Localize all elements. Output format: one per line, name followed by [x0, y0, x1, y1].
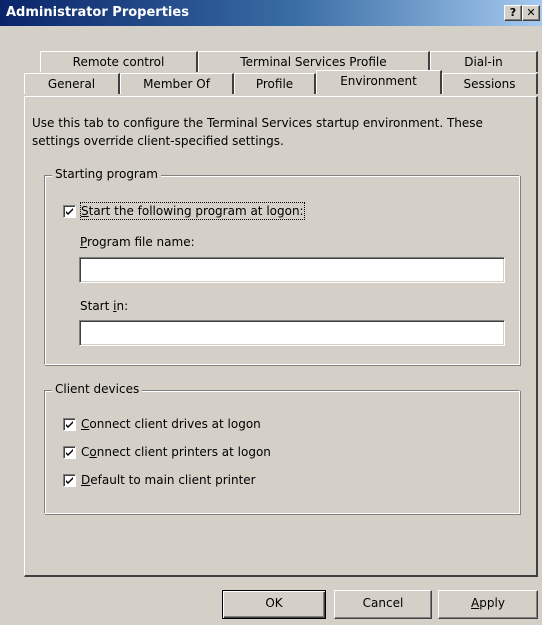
cancel-button[interactable]: Cancel	[334, 590, 432, 619]
client-devices-legend: Client devices	[52, 381, 143, 397]
start-in-field[interactable]	[79, 320, 505, 346]
button-label: Apply	[471, 596, 505, 610]
tab-terminal-services-profile[interactable]: Terminal Services Profile	[198, 51, 430, 72]
tab-dial-in[interactable]: Dial-in	[430, 51, 538, 72]
label-part: pply	[479, 596, 505, 610]
label-part: onnect client drives at logon	[89, 417, 261, 431]
label-part: rogram file name:	[87, 235, 195, 249]
label-part: Start	[80, 299, 114, 313]
tab-remote-control[interactable]: Remote control	[40, 51, 198, 72]
button-label: OK	[265, 596, 283, 610]
connect-drives-label[interactable]: Connect client drives at logon	[81, 416, 261, 432]
label-part: tart the following program at logon:	[88, 204, 304, 218]
title-bar[interactable]: Administrator Properties ? ✕	[0, 0, 542, 26]
label-part: efault to main client printer	[90, 473, 256, 487]
start-in-label: Start in:	[80, 298, 128, 314]
checkmark-icon	[66, 477, 73, 484]
tab-label: Environment	[340, 74, 417, 88]
label-part: nnect client printers at logon	[96, 445, 271, 459]
tab-general[interactable]: General	[24, 73, 120, 94]
tab-sessions[interactable]: Sessions	[442, 73, 538, 94]
ok-button[interactable]: OK	[222, 590, 326, 619]
connect-printers-label[interactable]: Connect client printers at logon	[81, 444, 271, 460]
apply-button[interactable]: Apply	[438, 590, 538, 619]
button-label: Cancel	[362, 596, 404, 610]
start-program-checkbox[interactable]	[63, 205, 76, 218]
label-part: n:	[116, 299, 129, 313]
help-icon[interactable]: ?	[504, 5, 522, 21]
connect-drives-checkbox[interactable]	[63, 418, 76, 431]
tab-environment[interactable]: Environment	[316, 70, 442, 94]
window-title: Administrator Properties	[6, 5, 189, 20]
tab-label: Sessions	[463, 77, 516, 91]
tab-label: Member Of	[143, 77, 210, 91]
default-printer-label[interactable]: Default to main client printer	[81, 472, 256, 488]
description-line-2: settings override client-specified setti…	[32, 134, 284, 148]
default-printer-checkbox[interactable]	[63, 474, 76, 487]
close-icon[interactable]: ✕	[522, 5, 540, 21]
program-file-name-field[interactable]	[79, 257, 505, 283]
tab-label: General	[47, 77, 96, 91]
tab-label: Profile	[255, 77, 294, 91]
tab-member-of[interactable]: Member Of	[120, 73, 234, 94]
tab-profile[interactable]: Profile	[234, 73, 316, 94]
tab-label: Terminal Services Profile	[240, 55, 387, 69]
tab-label: Remote control	[72, 55, 165, 69]
accelerator-key: P	[80, 235, 88, 249]
description: Use this tab to configure the Terminal S…	[32, 114, 532, 150]
accelerator-key: o	[89, 445, 97, 459]
program-file-name-label: Program file name:	[80, 234, 195, 250]
accelerator-key: D	[81, 473, 91, 487]
starting-program-legend: Starting program	[52, 166, 161, 182]
start-program-label[interactable]: Start the following program at logon:	[80, 202, 305, 220]
checkmark-icon	[66, 421, 73, 428]
connect-printers-checkbox[interactable]	[63, 446, 76, 459]
tab-label: Dial-in	[464, 55, 503, 69]
description-line-1: Use this tab to configure the Terminal S…	[32, 116, 483, 130]
checkmark-icon	[66, 449, 73, 456]
accelerator-key: S	[81, 204, 89, 218]
checkmark-icon	[66, 208, 73, 215]
